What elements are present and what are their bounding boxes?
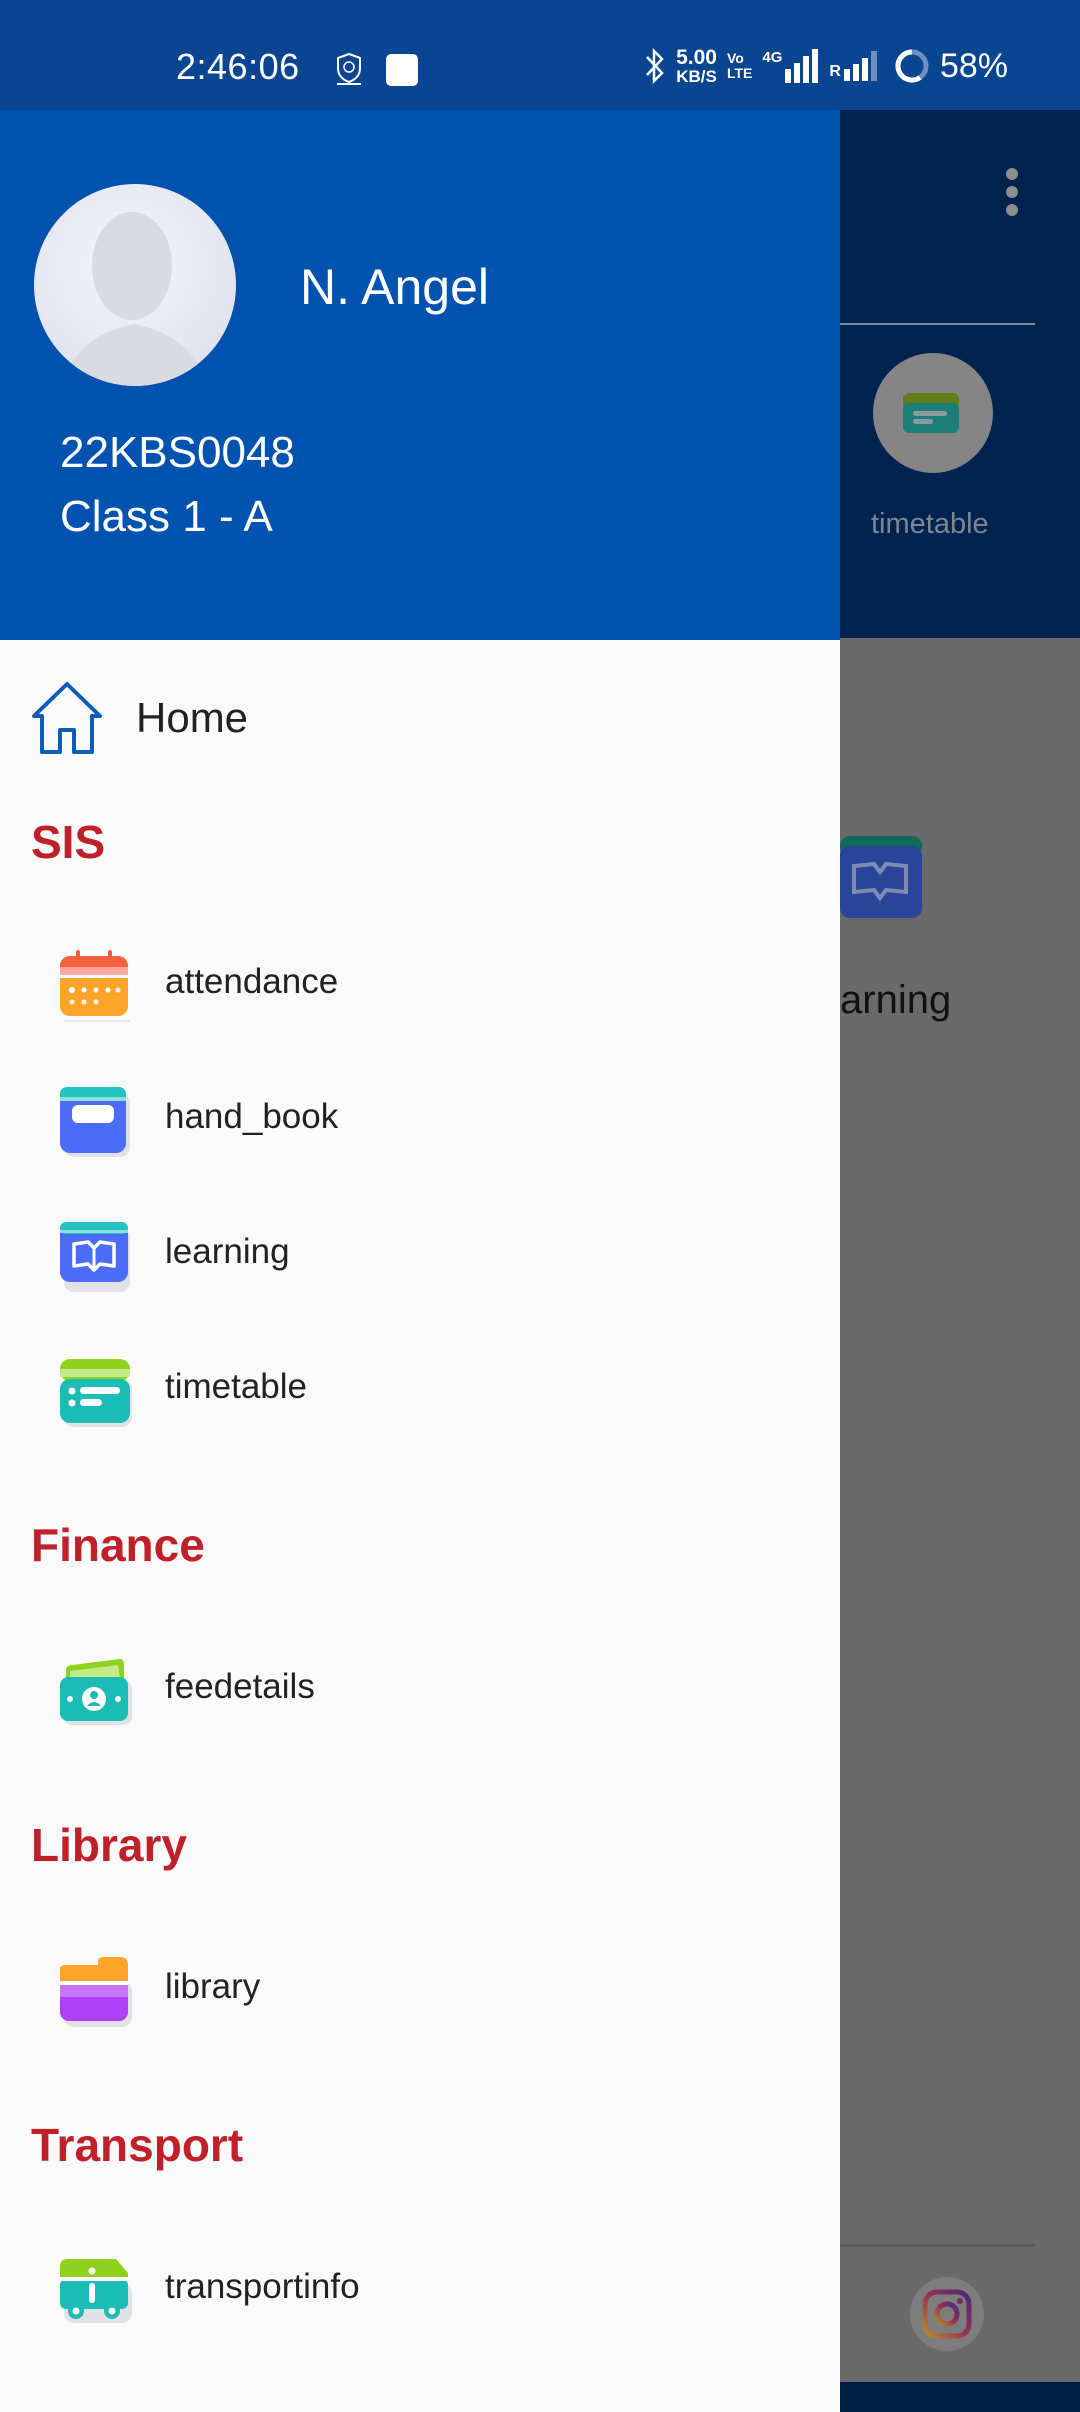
drawer-item-home[interactable]: Home	[0, 650, 840, 770]
battery-ring-icon	[895, 49, 929, 83]
drawer-item-label: library	[165, 1967, 261, 2006]
background-learning-label: arning	[840, 978, 952, 1022]
clock: 2:46:06	[176, 46, 300, 87]
instagram-button	[910, 2277, 984, 2351]
divider	[840, 2244, 1035, 2247]
instagram-icon	[922, 2289, 972, 2339]
status-bar: 2:46:06 5.00 KB/S Vo LTE 4G R 58%	[0, 0, 1080, 110]
home-icon	[32, 682, 102, 754]
handbook-icon	[60, 1087, 130, 1157]
drawer-item-transportinfo[interactable]: transportinfo	[0, 2233, 840, 2343]
volte-indicator: Vo LTE	[726, 50, 753, 81]
background-timetable-shortcut	[873, 353, 993, 473]
status-icons: 5.00 KB/S Vo LTE 4G R 58%	[644, 44, 1008, 88]
divider	[840, 323, 1035, 325]
drawer-item-learning[interactable]: learning	[0, 1198, 840, 1308]
calendar-icon	[60, 950, 130, 1022]
drawer-item-label: feedetails	[165, 1667, 315, 1706]
message-app-icon	[386, 54, 418, 86]
signal-bars-icon	[785, 49, 819, 83]
open-book-icon	[60, 1222, 130, 1292]
timetable-icon	[903, 393, 959, 433]
signal-roaming-icon: R	[829, 51, 884, 81]
user-silhouette-icon	[64, 212, 206, 386]
section-title-sis: SIS	[31, 816, 106, 868]
drawer-item-timetable[interactable]: timetable	[0, 1333, 840, 1443]
navigation-drawer: N. Angel 22KBS0048 Class 1 - A Home SIS …	[0, 110, 840, 2412]
money-icon	[60, 1659, 132, 1725]
network-speed: 5.00 KB/S	[676, 46, 717, 86]
section-title-transport: Transport	[31, 2119, 244, 2171]
drawer-item-label: learning	[165, 1232, 290, 1271]
drawer-item-library[interactable]: library	[0, 1933, 840, 2043]
avatar[interactable]	[34, 184, 236, 386]
background-learning-icon	[840, 836, 922, 918]
section-title-finance: Finance	[31, 1519, 205, 1571]
profile-name: N. Angel	[300, 259, 490, 315]
drawer-item-label: hand_book	[165, 1097, 339, 1136]
battery-percent: 58%	[939, 46, 1008, 85]
kb-school-app-icon	[337, 52, 361, 85]
drawer-header: N. Angel 22KBS0048 Class 1 - A	[0, 110, 840, 640]
home-label: Home	[136, 694, 249, 741]
student-id: 22KBS0048	[60, 428, 295, 477]
drawer-item-attendance[interactable]: attendance	[0, 928, 840, 1038]
drawer-item-hand-book[interactable]: hand_book	[0, 1063, 840, 1173]
bluetooth-icon	[646, 47, 664, 85]
background-timetable-label: timetable	[871, 508, 989, 540]
drawer-item-label: transportinfo	[165, 2267, 360, 2306]
timetable-icon	[60, 1359, 132, 1427]
overflow-menu-icon	[1004, 168, 1020, 224]
section-title-library: Library	[31, 1819, 187, 1871]
bus-info-icon	[60, 2259, 132, 2323]
signal-bars-2-icon	[843, 51, 877, 81]
student-class: Class 1 - A	[60, 492, 273, 541]
drawer-item-label: attendance	[165, 962, 339, 1001]
folder-icon	[60, 1957, 132, 2027]
drawer-item-feedetails[interactable]: feedetails	[0, 1633, 840, 1743]
signal-4g-icon: 4G	[762, 49, 819, 83]
drawer-item-label: timetable	[165, 1367, 308, 1406]
background-bottom-bar	[840, 2382, 1080, 2412]
